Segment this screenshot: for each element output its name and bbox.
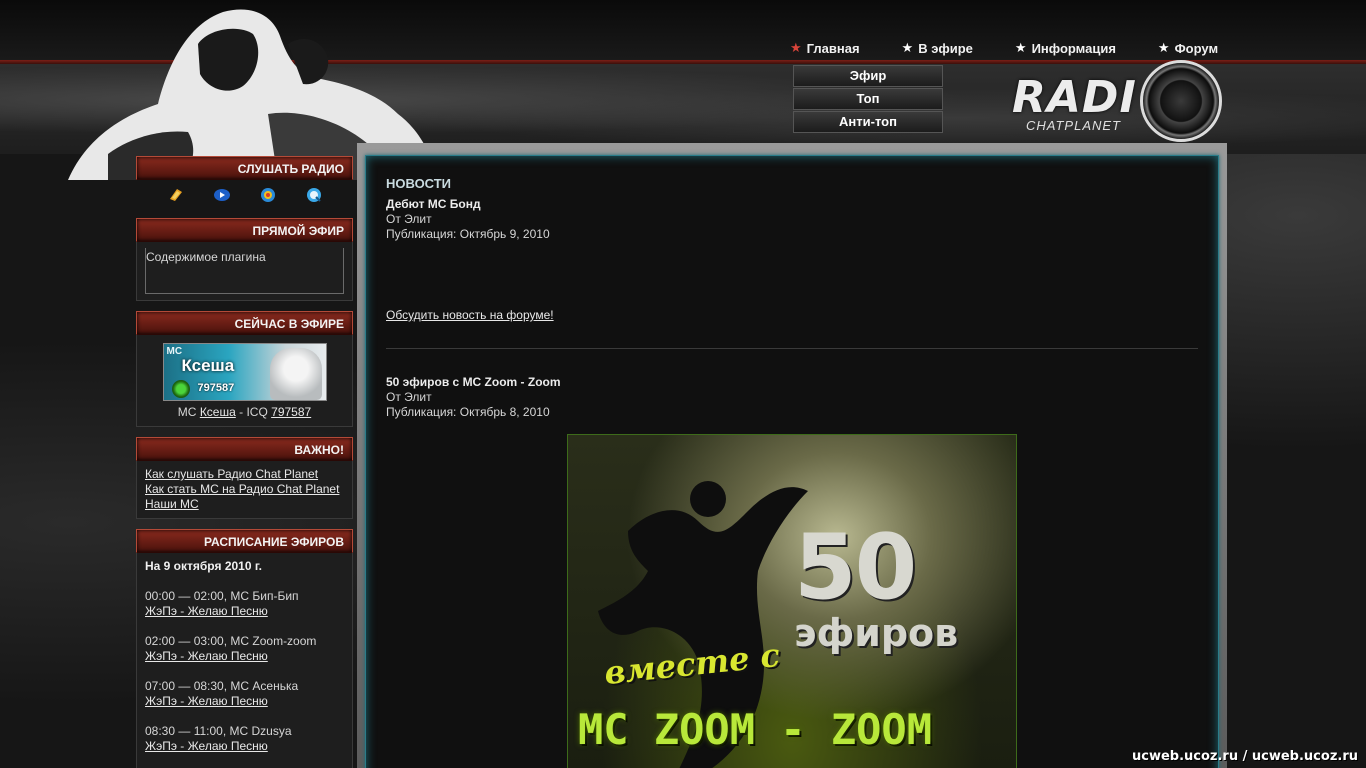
dj-name-link[interactable]: Ксеша [200, 405, 236, 419]
live-broadcast-block: ПРЯМОЙ ЭФИР Содержимое плагина [136, 218, 353, 301]
icq-flower-icon [171, 380, 190, 398]
poster-mc-name: MC ZOOM - ZOOM [578, 705, 933, 754]
now-on-air-block: СЕЙЧАС В ЭФИРЕ MC Ксеша 797587 МС Ксеша … [136, 311, 353, 427]
realplayer-icon[interactable] [256, 186, 280, 204]
post-title: 50 эфиров с MC Zoom - Zoom [386, 375, 561, 389]
banner-icq-number: 797587 [197, 382, 235, 394]
logo-word: RADI [1012, 72, 1137, 123]
request-song-link[interactable]: ЖэПэ - Желаю Песню [145, 649, 344, 664]
star-icon: ★ [1157, 40, 1170, 55]
sub-navigation: Эфир Топ Анти-топ [793, 65, 943, 134]
our-mcs-link[interactable]: Наши МС [145, 497, 344, 512]
schedule-slot: 07:00 — 08:30, МС Асенька ЖэПэ - Желаю П… [145, 679, 344, 709]
request-song-link[interactable]: ЖэПэ - Желаю Песню [145, 739, 344, 754]
news-content: НОВОСТИ Дебют МС Бонд От Элит Публикация… [386, 176, 1198, 420]
important-links: Как слушать Радио Chat Planet Как стать … [136, 461, 353, 519]
block-title: РАСПИСАНИЕ ЭФИРОВ [136, 529, 353, 553]
nav-forum[interactable]: ★ Форум [1158, 38, 1218, 58]
dj-photo [269, 348, 322, 400]
subnav-antitop-button[interactable]: Анти-топ [793, 111, 943, 133]
dj-banner[interactable]: MC Ксеша 797587 [162, 343, 327, 401]
schedule-slot: 08:30 — 11:00, МС Dzusya ЖэПэ - Желаю Пе… [145, 724, 344, 754]
watermark: ucweb.ucoz.ru / ucweb.ucoz.ru [1132, 749, 1358, 764]
top-navigation: ★ Главная ★ В эфире ★ Информация ★ Форум [790, 38, 1260, 58]
nav-on-air[interactable]: ★ В эфире [902, 38, 973, 58]
listen-radio-block: СЛУШАТЬ РАДИО [136, 156, 353, 208]
now-on-air-body: MC Ксеша 797587 МС Ксеша - ICQ 797587 [136, 335, 353, 427]
post-date: Публикация: Октябрь 9, 2010 [386, 227, 550, 241]
plugin-container: Содержимое плагина [136, 242, 353, 301]
nav-home[interactable]: ★ Главная [790, 38, 860, 58]
icq-label: - ICQ [239, 405, 268, 419]
banner-mc-label: MC [166, 346, 183, 357]
block-title: СЕЙЧАС В ЭФИРЕ [136, 311, 353, 335]
icq-link[interactable]: 797587 [271, 405, 311, 419]
post-author: От Элит [386, 212, 432, 226]
star-icon: ★ [901, 40, 914, 55]
slot-time: 07:00 — 08:30, МС Асенька [145, 679, 299, 693]
news-post: 50 эфиров с MC Zoom - Zoom От Элит Публи… [386, 375, 1198, 420]
discuss-on-forum-link[interactable]: Обсудить новость на форуме! [386, 308, 554, 322]
poster-efir-text: эфиров [794, 611, 959, 655]
logo-subtitle: CHATPLANET [1026, 118, 1121, 133]
winamp-icon[interactable] [164, 186, 188, 204]
dj-info-line: МС Ксеша - ICQ 797587 [145, 405, 344, 420]
player-icons [136, 180, 353, 208]
post-author: От Элит [386, 390, 432, 404]
subnav-top-button[interactable]: Топ [793, 88, 943, 110]
how-to-become-mc-link[interactable]: Как стать МС на Радио Chat Planet [145, 482, 344, 497]
schedule-slot: 02:00 — 03:00, МС Zoom-zoom ЖэПэ - Желаю… [145, 634, 344, 664]
left-sidebar: СЛУШАТЬ РАДИО ПРЯМОЙ ЭФИР Содержимое пла… [136, 156, 353, 768]
site-logo[interactable]: RADI CHATPLANET [1008, 58, 1228, 142]
block-title: СЛУШАТЬ РАДИО [136, 156, 353, 180]
slot-time: 08:30 — 11:00, МС Dzusya [145, 724, 292, 738]
banner-dj-name: Ксеша [181, 356, 235, 375]
quicktime-icon[interactable] [302, 186, 326, 204]
star-icon: ★ [790, 40, 802, 55]
post-divider [386, 348, 1198, 349]
speaker-icon [1140, 60, 1222, 142]
how-to-listen-link[interactable]: Как слушать Радио Chat Planet [145, 467, 344, 482]
slot-time: 00:00 — 02:00, МС Бип-Бип [145, 589, 299, 603]
schedule-body: На 9 октября 2010 г. 00:00 — 02:00, МС Б… [136, 553, 353, 768]
request-song-link[interactable]: ЖэПэ - Желаю Песню [145, 694, 344, 709]
post-date: Публикация: Октябрь 8, 2010 [386, 405, 550, 419]
plugin-box: Содержимое плагина [145, 248, 344, 294]
block-title: ПРЯМОЙ ЭФИР [136, 218, 353, 242]
windows-media-icon[interactable] [210, 186, 234, 204]
news-section-title: НОВОСТИ [386, 176, 452, 191]
schedule-slot: 00:00 — 02:00, МС Бип-Бип ЖэПэ - Желаю П… [145, 589, 344, 619]
subnav-efir-button[interactable]: Эфир [793, 65, 943, 87]
slot-time: 02:00 — 03:00, МС Zoom-zoom [145, 634, 317, 648]
news-poster-image: 50 эфиров вместе с MC ZOOM - ZOOM [567, 434, 1017, 768]
star-icon: ★ [1014, 40, 1027, 55]
important-block: ВАЖНО! Как слушать Радио Chat Planet Как… [136, 437, 353, 519]
block-title: ВАЖНО! [136, 437, 353, 461]
news-post: Дебют МС Бонд От Элит Публикация: Октябр… [386, 197, 1198, 322]
poster-number: 50 [794, 515, 917, 620]
nav-info[interactable]: ★ Информация [1015, 38, 1116, 58]
post-title: Дебют МС Бонд [386, 197, 481, 211]
request-song-link[interactable]: ЖэПэ - Желаю Песню [145, 604, 344, 619]
schedule-block: РАСПИСАНИЕ ЭФИРОВ На 9 октября 2010 г. 0… [136, 529, 353, 768]
dj-prefix: МС [177, 405, 197, 419]
schedule-date: На 9 октября 2010 г. [145, 559, 262, 573]
plugin-text: Содержимое плагина [146, 250, 266, 264]
